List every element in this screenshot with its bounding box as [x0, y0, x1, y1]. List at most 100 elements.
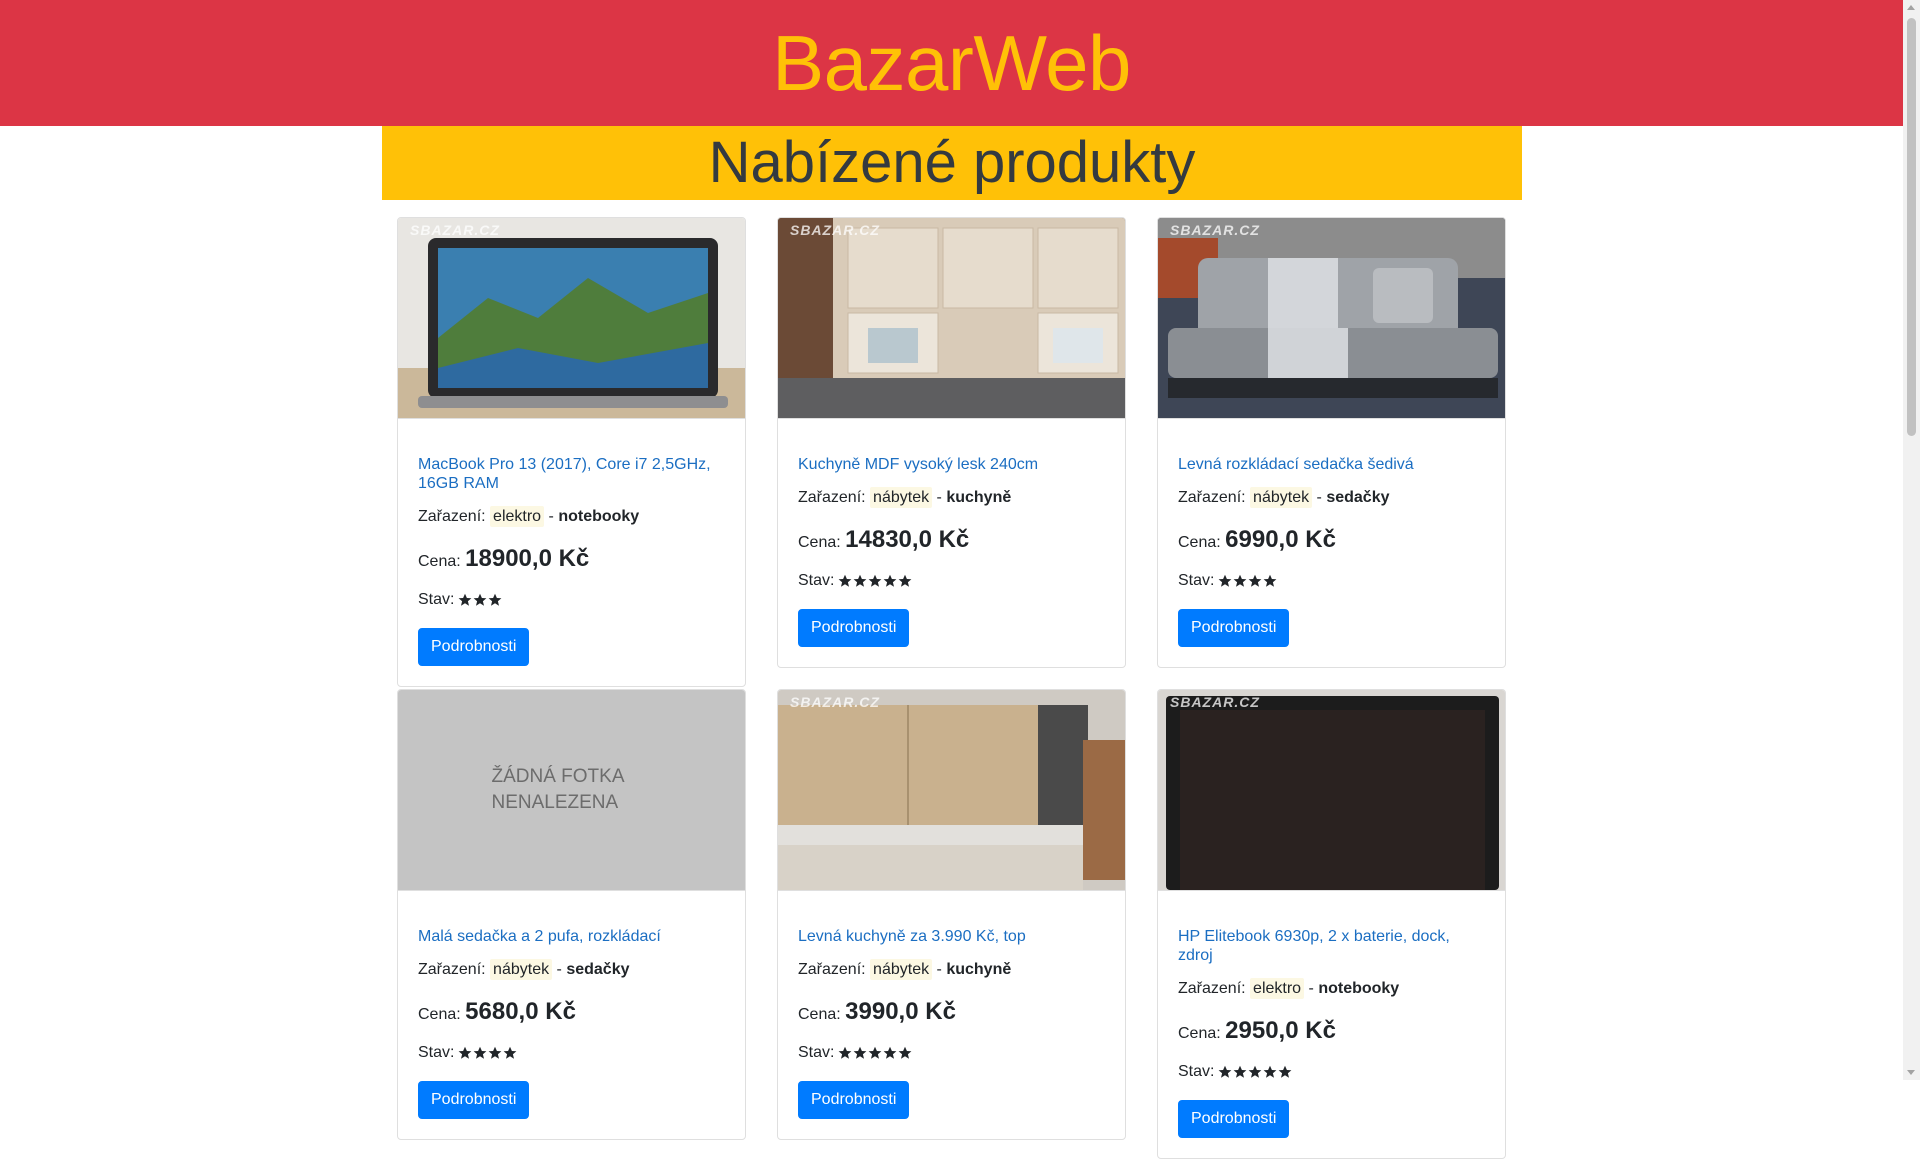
condition-line: Stav:	[418, 588, 725, 612]
watermark: SBAZAR.CZ	[1170, 222, 1260, 238]
star-icon	[459, 593, 472, 606]
star-icon	[854, 574, 867, 587]
price-value: 3990,0 Kč	[845, 998, 956, 1025]
subcategory: sedačky	[566, 961, 630, 978]
product-image[interactable]: SBAZAR.CZ	[1158, 690, 1505, 891]
product-title-link[interactable]: Levná rozkládací sedačka šedivá	[1178, 455, 1485, 474]
category-label: Zařazení:	[1178, 980, 1246, 997]
separator: -	[548, 508, 554, 525]
category-tag: nábytek	[870, 959, 933, 980]
product-title-link[interactable]: MacBook Pro 13 (2017), Core i7 2,5GHz, 1…	[418, 455, 725, 493]
price-label: Cena:	[418, 1006, 461, 1023]
product-card: SBAZAR.CZ Levná rozkládací sedačka šediv…	[1157, 217, 1506, 668]
product-title-link[interactable]: Levná kuchyně za 3.990 Kč, top	[798, 927, 1105, 946]
price-label: Cena:	[798, 1006, 841, 1023]
scroll-down-icon[interactable]	[1907, 1070, 1915, 1075]
product-title-link[interactable]: Kuchyně MDF vysoký lesk 240cm	[798, 455, 1105, 474]
product-title-link[interactable]: HP Elitebook 6930p, 2 x baterie, dock, z…	[1178, 927, 1485, 965]
product-card: SBAZAR.CZ Levná kuchyně za 3.990 Kč, top…	[777, 689, 1126, 1140]
price-line: Cena: 14830,0 Kč	[798, 528, 1105, 555]
product-card: SBAZAR.CZ MacBook Pro 13 (2017), Core i7…	[397, 217, 746, 687]
price-value: 2950,0 Kč	[1225, 1017, 1336, 1044]
price-value: 14830,0 Kč	[845, 526, 970, 553]
details-button[interactable]: Podrobnosti	[418, 628, 530, 666]
subcategory: kuchyně	[946, 961, 1012, 978]
condition-line: Stav:	[418, 1041, 725, 1065]
scrollbar-thumb[interactable]	[1907, 18, 1916, 436]
star-icon	[1219, 1065, 1232, 1078]
category-label: Zařazení:	[418, 508, 486, 525]
star-icon	[884, 574, 897, 587]
price-value: 6990,0 Kč	[1225, 526, 1336, 553]
details-button[interactable]: Podrobnosti	[1178, 609, 1290, 647]
watermark: SBAZAR.CZ	[790, 694, 880, 710]
star-rating	[838, 1046, 912, 1060]
separator: -	[936, 489, 942, 506]
price-label: Cena:	[1178, 534, 1221, 551]
star-icon	[474, 593, 487, 606]
laptop-screen-photo	[1158, 690, 1505, 890]
kitchen-photo	[778, 218, 1125, 418]
star-icon	[869, 1046, 882, 1059]
star-icon	[899, 574, 912, 587]
details-button[interactable]: Podrobnosti	[798, 609, 910, 647]
subcategory: notebooky	[1318, 980, 1400, 997]
subcategory: notebooky	[558, 508, 640, 525]
price-line: Cena: 3990,0 Kč	[798, 1000, 1105, 1027]
separator: -	[1308, 980, 1314, 997]
product-card: SBAZAR.CZ HP Elitebook 6930p, 2 x bateri…	[1157, 689, 1506, 1159]
product-image[interactable]: SBAZAR.CZ	[398, 218, 745, 419]
condition-label: Stav:	[798, 1044, 835, 1061]
star-icon	[1279, 1065, 1292, 1078]
star-icon	[1219, 574, 1232, 587]
details-button[interactable]: Podrobnosti	[798, 1081, 910, 1119]
page-scrollbar[interactable]	[1903, 0, 1920, 1080]
category-tag: nábytek	[490, 959, 553, 980]
product-image[interactable]: SBAZAR.CZ	[778, 690, 1125, 891]
category-tag: elektro	[490, 506, 545, 527]
section-title: Nabízené produkty	[708, 130, 1196, 195]
star-icon	[459, 1046, 472, 1059]
details-button[interactable]: Podrobnosti	[418, 1081, 530, 1119]
star-icon	[884, 1046, 897, 1059]
condition-line: Stav:	[1178, 1060, 1485, 1084]
price-value: 5680,0 Kč	[465, 998, 576, 1025]
product-image[interactable]: SBAZAR.CZ	[778, 218, 1125, 419]
price-label: Cena:	[418, 553, 461, 570]
product-image-placeholder[interactable]: ŽÁDNÁ FOTKA NENALEZENA	[398, 690, 745, 891]
category-label: Zařazení:	[798, 489, 866, 506]
price-value: 18900,0 Kč	[465, 545, 590, 572]
condition-line: Stav:	[798, 1041, 1105, 1065]
scroll-up-icon[interactable]	[1907, 5, 1915, 10]
condition-line: Stav:	[1178, 569, 1485, 593]
star-icon	[1264, 574, 1277, 587]
category-tag: nábytek	[1250, 487, 1313, 508]
star-icon	[489, 593, 502, 606]
star-rating	[1218, 1065, 1292, 1079]
site-title[interactable]: BazarWeb	[772, 24, 1131, 102]
product-card: SBAZAR.CZ Kuchyně MDF vysoký lesk 240cm …	[777, 217, 1126, 668]
star-icon	[489, 1046, 502, 1059]
category-label: Zařazení:	[798, 961, 866, 978]
category-line: Zařazení: nábytek - kuchyně	[798, 958, 1105, 982]
product-title-link[interactable]: Malá sedačka a 2 pufa, rozkládací	[418, 927, 725, 946]
laptop-photo	[398, 218, 745, 418]
category-line: Zařazení: elektro - notebooky	[418, 505, 725, 529]
star-icon	[839, 1046, 852, 1059]
price-line: Cena: 5680,0 Kč	[418, 1000, 725, 1027]
star-rating	[1218, 574, 1277, 588]
subcategory: sedačky	[1326, 489, 1390, 506]
separator: -	[556, 961, 562, 978]
condition-label: Stav:	[418, 591, 455, 608]
watermark: SBAZAR.CZ	[410, 222, 500, 238]
condition-label: Stav:	[1178, 1063, 1215, 1080]
condition-line: Stav:	[798, 569, 1105, 593]
condition-label: Stav:	[798, 572, 835, 589]
details-button[interactable]: Podrobnosti	[1178, 1100, 1290, 1138]
star-icon	[1249, 1065, 1262, 1078]
separator: -	[1316, 489, 1322, 506]
star-icon	[869, 574, 882, 587]
product-image[interactable]: SBAZAR.CZ	[1158, 218, 1505, 419]
condition-label: Stav:	[1178, 572, 1215, 589]
price-label: Cena:	[798, 534, 841, 551]
